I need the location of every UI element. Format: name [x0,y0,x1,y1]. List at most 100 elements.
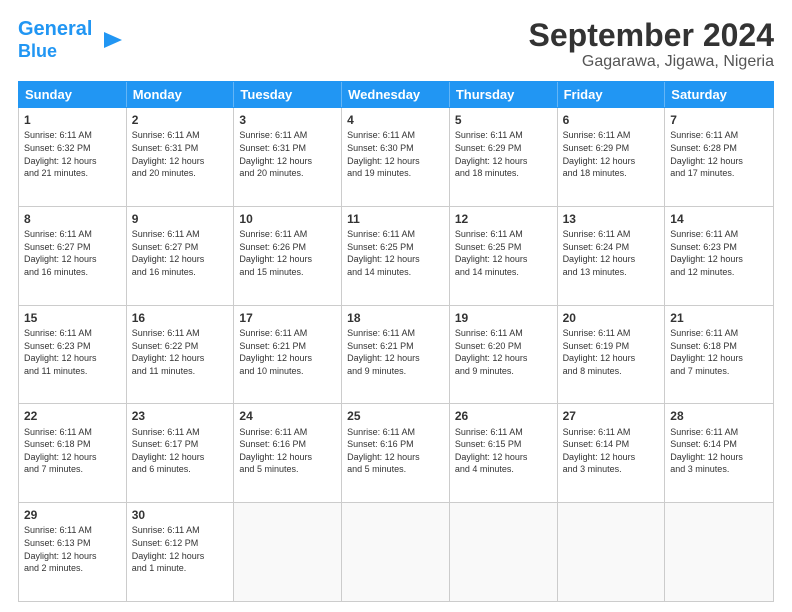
week-row-2: 8 Sunrise: 6:11 AMSunset: 6:27 PMDayligh… [19,207,773,306]
calendar: Sunday Monday Tuesday Wednesday Thursday… [18,81,774,602]
cell-5: 5 Sunrise: 6:11 AMSunset: 6:29 PMDayligh… [450,108,558,206]
week-row-5: 29 Sunrise: 6:11 AMSunset: 6:13 PMDaylig… [19,503,773,601]
header-monday: Monday [127,82,235,107]
cell-info-12: Sunrise: 6:11 AMSunset: 6:25 PMDaylight:… [455,228,552,278]
cell-3: 3 Sunrise: 6:11 AMSunset: 6:31 PMDayligh… [234,108,342,206]
cell-18: 18 Sunrise: 6:11 AMSunset: 6:21 PMDaylig… [342,306,450,404]
week-row-4: 22 Sunrise: 6:11 AMSunset: 6:18 PMDaylig… [19,404,773,503]
day-num-21: 21 [670,310,768,326]
cell-info-15: Sunrise: 6:11 AMSunset: 6:23 PMDaylight:… [24,327,121,377]
week-row-1: 1 Sunrise: 6:11 AMSunset: 6:32 PMDayligh… [19,108,773,207]
cell-19: 19 Sunrise: 6:11 AMSunset: 6:20 PMDaylig… [450,306,558,404]
cell-4: 4 Sunrise: 6:11 AMSunset: 6:30 PMDayligh… [342,108,450,206]
header: General Blue September 2024 Gagarawa, Ji… [18,18,774,71]
day-num-3: 3 [239,112,336,128]
month-title: September 2024 [529,18,774,53]
day-num-25: 25 [347,408,444,424]
day-num-16: 16 [132,310,229,326]
cell-8: 8 Sunrise: 6:11 AMSunset: 6:27 PMDayligh… [19,207,127,305]
header-saturday: Saturday [665,82,773,107]
day-num-12: 12 [455,211,552,227]
cell-info-21: Sunrise: 6:11 AMSunset: 6:18 PMDaylight:… [670,327,768,377]
cell-11: 11 Sunrise: 6:11 AMSunset: 6:25 PMDaylig… [342,207,450,305]
cell-info-2: Sunrise: 6:11 AMSunset: 6:31 PMDaylight:… [132,129,229,179]
day-num-11: 11 [347,211,444,227]
cell-7: 7 Sunrise: 6:11 AMSunset: 6:28 PMDayligh… [665,108,773,206]
page: General Blue September 2024 Gagarawa, Ji… [0,0,792,612]
day-num-4: 4 [347,112,444,128]
day-num-9: 9 [132,211,229,227]
cell-info-28: Sunrise: 6:11 AMSunset: 6:14 PMDaylight:… [670,426,768,476]
day-num-19: 19 [455,310,552,326]
logo-icon [94,24,126,56]
logo: General Blue [18,18,126,62]
cell-info-23: Sunrise: 6:11 AMSunset: 6:17 PMDaylight:… [132,426,229,476]
title-block: September 2024 Gagarawa, Jigawa, Nigeria [529,18,774,71]
week-row-3: 15 Sunrise: 6:11 AMSunset: 6:23 PMDaylig… [19,306,773,405]
header-tuesday: Tuesday [234,82,342,107]
cell-15: 15 Sunrise: 6:11 AMSunset: 6:23 PMDaylig… [19,306,127,404]
day-num-5: 5 [455,112,552,128]
cell-empty-5 [665,503,773,601]
cell-6: 6 Sunrise: 6:11 AMSunset: 6:29 PMDayligh… [558,108,666,206]
day-num-2: 2 [132,112,229,128]
cell-30: 30 Sunrise: 6:11 AMSunset: 6:12 PMDaylig… [127,503,235,601]
cell-info-8: Sunrise: 6:11 AMSunset: 6:27 PMDaylight:… [24,228,121,278]
cell-14: 14 Sunrise: 6:11 AMSunset: 6:23 PMDaylig… [665,207,773,305]
day-num-6: 6 [563,112,660,128]
cell-12: 12 Sunrise: 6:11 AMSunset: 6:25 PMDaylig… [450,207,558,305]
cell-info-7: Sunrise: 6:11 AMSunset: 6:28 PMDaylight:… [670,129,768,179]
cell-empty-2 [342,503,450,601]
cell-23: 23 Sunrise: 6:11 AMSunset: 6:17 PMDaylig… [127,404,235,502]
calendar-body: 1 Sunrise: 6:11 AMSunset: 6:32 PMDayligh… [18,108,774,602]
cell-info-6: Sunrise: 6:11 AMSunset: 6:29 PMDaylight:… [563,129,660,179]
cell-empty-1 [234,503,342,601]
day-num-22: 22 [24,408,121,424]
day-num-28: 28 [670,408,768,424]
day-num-10: 10 [239,211,336,227]
cell-info-10: Sunrise: 6:11 AMSunset: 6:26 PMDaylight:… [239,228,336,278]
cell-16: 16 Sunrise: 6:11 AMSunset: 6:22 PMDaylig… [127,306,235,404]
cell-17: 17 Sunrise: 6:11 AMSunset: 6:21 PMDaylig… [234,306,342,404]
cell-1: 1 Sunrise: 6:11 AMSunset: 6:32 PMDayligh… [19,108,127,206]
header-thursday: Thursday [450,82,558,107]
calendar-header: Sunday Monday Tuesday Wednesday Thursday… [18,81,774,108]
cell-info-1: Sunrise: 6:11 AMSunset: 6:32 PMDaylight:… [24,129,121,179]
cell-10: 10 Sunrise: 6:11 AMSunset: 6:26 PMDaylig… [234,207,342,305]
day-num-13: 13 [563,211,660,227]
header-sunday: Sunday [19,82,127,107]
cell-info-17: Sunrise: 6:11 AMSunset: 6:21 PMDaylight:… [239,327,336,377]
day-num-7: 7 [670,112,768,128]
cell-info-14: Sunrise: 6:11 AMSunset: 6:23 PMDaylight:… [670,228,768,278]
day-num-27: 27 [563,408,660,424]
day-num-1: 1 [24,112,121,128]
day-num-17: 17 [239,310,336,326]
location: Gagarawa, Jigawa, Nigeria [529,53,774,71]
day-num-18: 18 [347,310,444,326]
day-num-30: 30 [132,507,229,523]
cell-info-5: Sunrise: 6:11 AMSunset: 6:29 PMDaylight:… [455,129,552,179]
cell-26: 26 Sunrise: 6:11 AMSunset: 6:15 PMDaylig… [450,404,558,502]
cell-21: 21 Sunrise: 6:11 AMSunset: 6:18 PMDaylig… [665,306,773,404]
header-friday: Friday [558,82,666,107]
day-num-14: 14 [670,211,768,227]
cell-22: 22 Sunrise: 6:11 AMSunset: 6:18 PMDaylig… [19,404,127,502]
cell-info-22: Sunrise: 6:11 AMSunset: 6:18 PMDaylight:… [24,426,121,476]
cell-2: 2 Sunrise: 6:11 AMSunset: 6:31 PMDayligh… [127,108,235,206]
cell-info-30: Sunrise: 6:11 AMSunset: 6:12 PMDaylight:… [132,524,229,574]
cell-27: 27 Sunrise: 6:11 AMSunset: 6:14 PMDaylig… [558,404,666,502]
cell-info-3: Sunrise: 6:11 AMSunset: 6:31 PMDaylight:… [239,129,336,179]
cell-info-24: Sunrise: 6:11 AMSunset: 6:16 PMDaylight:… [239,426,336,476]
cell-info-19: Sunrise: 6:11 AMSunset: 6:20 PMDaylight:… [455,327,552,377]
cell-info-29: Sunrise: 6:11 AMSunset: 6:13 PMDaylight:… [24,524,121,574]
header-wednesday: Wednesday [342,82,450,107]
cell-empty-4 [558,503,666,601]
cell-info-16: Sunrise: 6:11 AMSunset: 6:22 PMDaylight:… [132,327,229,377]
cell-info-13: Sunrise: 6:11 AMSunset: 6:24 PMDaylight:… [563,228,660,278]
day-num-29: 29 [24,507,121,523]
cell-info-9: Sunrise: 6:11 AMSunset: 6:27 PMDaylight:… [132,228,229,278]
cell-28: 28 Sunrise: 6:11 AMSunset: 6:14 PMDaylig… [665,404,773,502]
day-num-20: 20 [563,310,660,326]
cell-info-25: Sunrise: 6:11 AMSunset: 6:16 PMDaylight:… [347,426,444,476]
cell-info-27: Sunrise: 6:11 AMSunset: 6:14 PMDaylight:… [563,426,660,476]
